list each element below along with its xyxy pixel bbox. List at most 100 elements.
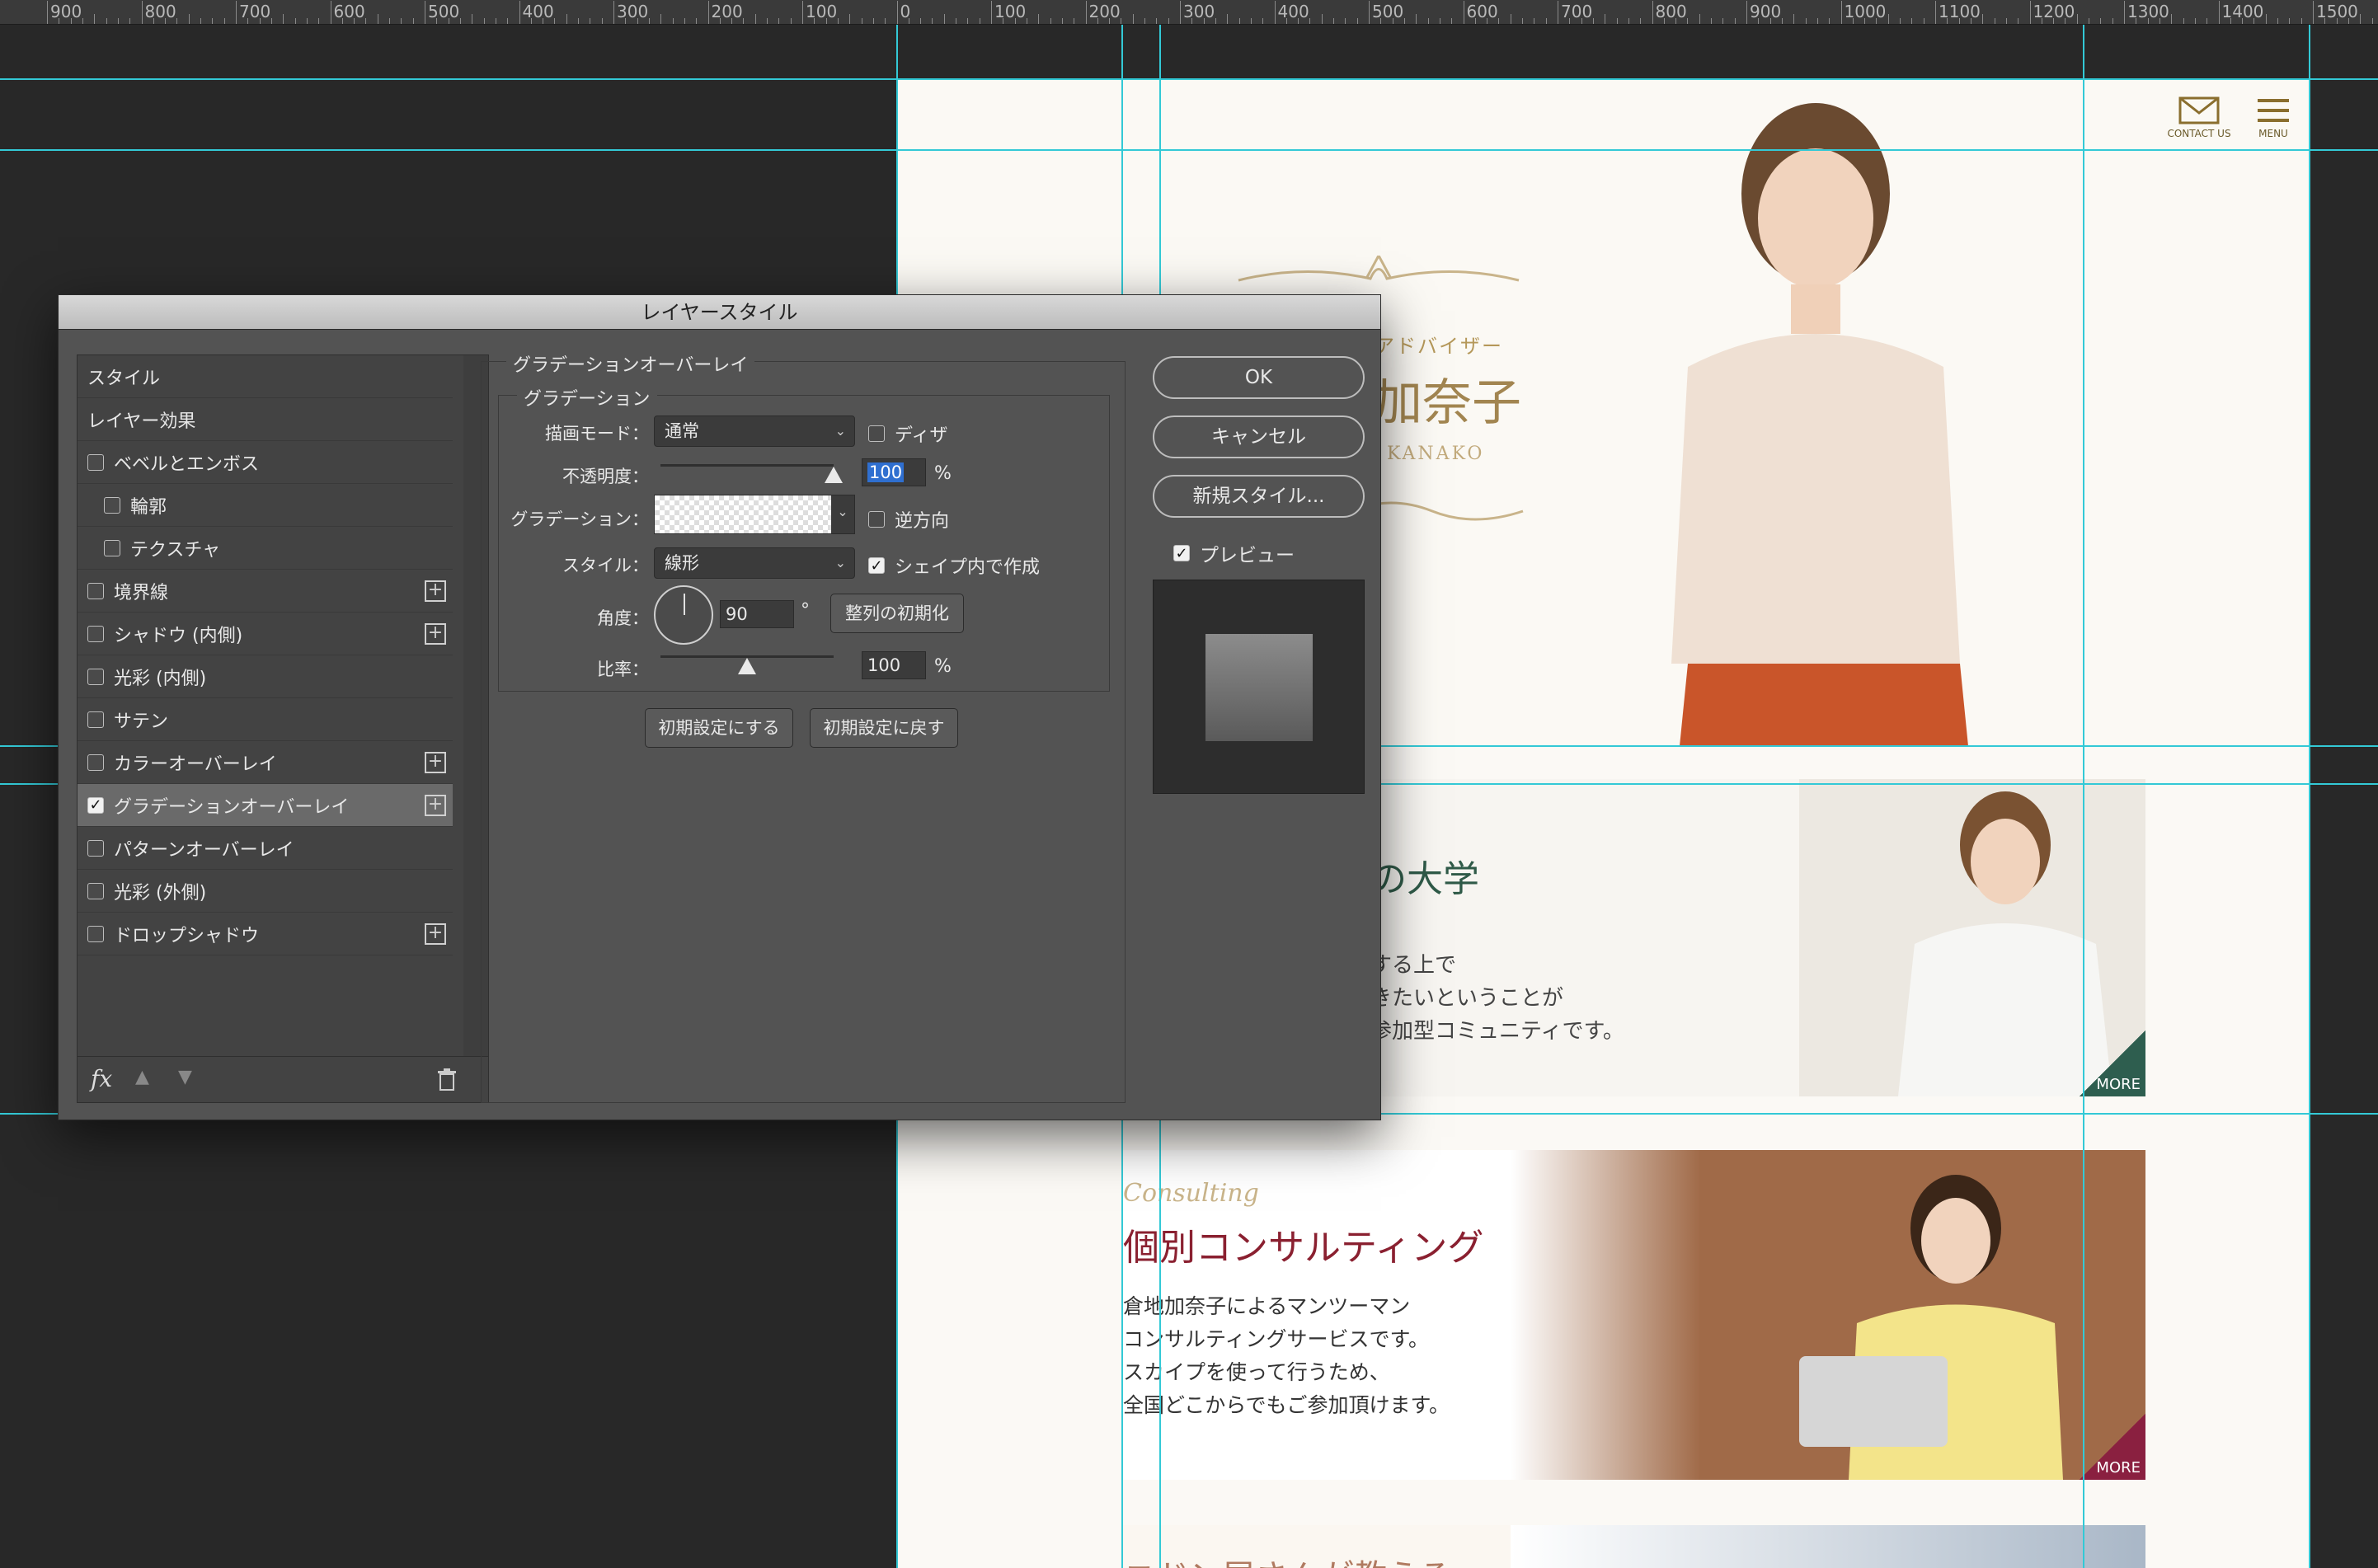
ruler-label: 800: [1655, 2, 1687, 21]
gradient-overlay-group: グラデーションオーバーレイ グラデーション 描画モード： 通常 ⌄ ディザ 不透…: [481, 350, 1126, 1103]
angle-input[interactable]: 90: [720, 600, 794, 628]
angle-label: 角度：: [597, 608, 649, 628]
checkbox-checked-icon: ✓: [1173, 545, 1190, 562]
style-item[interactable]: ✓ グラデーションオーバーレイ +: [78, 784, 453, 827]
trash-icon[interactable]: [437, 1068, 457, 1091]
add-effect-icon[interactable]: +: [425, 795, 446, 816]
scale-slider-knob[interactable]: [738, 658, 756, 674]
ok-label: OK: [1244, 367, 1273, 388]
checkbox-icon[interactable]: [87, 753, 104, 771]
card-consulting[interactable]: Consulting 個別コンサルティング 倉地加奈子によるマンツーマン コンサ…: [1123, 1150, 2145, 1480]
opacity-slider-knob[interactable]: [825, 467, 843, 483]
ruler-minor-tick: [1545, 18, 1547, 24]
style-list-header-styles[interactable]: スタイル: [78, 355, 453, 398]
ruler-label: 700: [1561, 2, 1593, 21]
dither-checkbox[interactable]: ディザ: [868, 420, 947, 447]
ruler-label: 1400: [2221, 2, 2264, 21]
ruler-minor-tick: [188, 14, 190, 24]
ruler-minor-tick: [283, 14, 284, 24]
add-effect-icon[interactable]: +: [425, 923, 446, 945]
style-item[interactable]: 輪郭: [78, 484, 453, 527]
ruler-major-tick: [802, 1, 803, 24]
reset-alignment-button[interactable]: 整列の初期化: [830, 594, 964, 633]
opacity-slider-track[interactable]: [660, 464, 834, 467]
style-item[interactable]: カラーオーバーレイ +: [78, 741, 453, 784]
contact-us-button[interactable]: CONTACT US: [2158, 96, 2240, 139]
ruler-minor-tick: [578, 18, 580, 24]
add-effect-icon[interactable]: +: [425, 580, 446, 602]
checkbox-icon[interactable]: [87, 625, 104, 642]
ruler-major-tick: [519, 1, 520, 24]
ruler-major-tick: [1085, 1, 1087, 24]
ruler-minor-tick: [1699, 14, 1700, 24]
style-item[interactable]: 光彩 (内側): [78, 655, 453, 698]
move-up-icon[interactable]: ▲: [135, 1067, 149, 1087]
style-item[interactable]: 光彩 (外側): [78, 870, 453, 913]
angle-dial[interactable]: [654, 585, 713, 645]
gradient-dropdown-button[interactable]: ⌄: [831, 495, 854, 533]
style-item[interactable]: ドロップシャドウ +: [78, 913, 453, 955]
ruler-major-tick: [141, 1, 143, 24]
menu-button[interactable]: MENU: [2249, 96, 2298, 139]
style-list-header-effects[interactable]: レイヤー効果: [78, 398, 453, 441]
cancel-button[interactable]: キャンセル: [1153, 415, 1365, 458]
ruler-label: 800: [144, 2, 176, 21]
checkbox-icon[interactable]: [87, 453, 104, 471]
checkbox-icon[interactable]: [87, 582, 104, 599]
ornament-top-icon: [1238, 256, 1520, 282]
opacity-value: 100: [867, 462, 905, 482]
checkbox-checked-icon[interactable]: ✓: [87, 796, 104, 814]
checkbox-icon[interactable]: [87, 839, 104, 857]
style-item[interactable]: パターンオーバーレイ: [78, 827, 453, 870]
style-item[interactable]: シャドウ (内側) +: [78, 613, 453, 655]
style-item-label: 輪郭: [130, 496, 167, 518]
card3-script: Consulting: [1123, 1179, 1259, 1208]
make-default-button[interactable]: 初期設定にする: [645, 708, 793, 748]
style-item-label: パターンオーバーレイ: [114, 839, 294, 861]
ruler-label: 1000: [1844, 2, 1887, 21]
align-with-layer-checkbox[interactable]: ✓ シェイプ内で作成: [868, 552, 1040, 579]
ruler-minor-tick: [1498, 18, 1500, 24]
group-title: グラデーションオーバーレイ: [506, 350, 755, 377]
checkbox-icon[interactable]: [104, 496, 120, 514]
checkbox-icon[interactable]: [87, 882, 104, 899]
ruler-minor-tick: [696, 18, 698, 24]
checkbox-icon[interactable]: [87, 711, 104, 728]
ruler-minor-tick: [1250, 18, 1252, 24]
reset-alignment-label: 整列の初期化: [845, 603, 949, 623]
checkbox-icon[interactable]: [87, 925, 104, 942]
move-down-icon[interactable]: ▼: [178, 1067, 192, 1087]
style-item[interactable]: 境界線 +: [78, 570, 453, 613]
ruler-label: 1500: [2316, 2, 2358, 21]
card3-more-badge[interactable]: MORE: [2080, 1414, 2145, 1480]
ruler-label: 0: [900, 2, 911, 21]
gradient-swatch: [655, 495, 831, 533]
blend-mode-select[interactable]: 通常 ⌄: [654, 415, 855, 447]
ruler-minor-tick: [554, 18, 556, 24]
card2-more-badge[interactable]: MORE: [2080, 1030, 2145, 1096]
checkbox-icon[interactable]: [87, 668, 104, 685]
add-effect-icon[interactable]: +: [425, 623, 446, 645]
style-item[interactable]: テクスチャ: [78, 527, 453, 570]
ruler-minor-tick: [459, 18, 461, 24]
add-effect-icon[interactable]: +: [425, 752, 446, 773]
dialog-title[interactable]: レイヤースタイル: [59, 295, 1380, 330]
new-style-button[interactable]: 新規スタイル...: [1153, 475, 1365, 518]
ok-button[interactable]: OK: [1153, 356, 1365, 399]
reset-default-button[interactable]: 初期設定に戻す: [810, 708, 958, 748]
ruler-label: 400: [1277, 2, 1309, 21]
style-item[interactable]: ベベルとエンボス: [78, 441, 453, 484]
ruler-major-tick: [2124, 1, 2125, 24]
ruler-minor-tick: [1356, 18, 1358, 24]
opacity-input[interactable]: 100: [862, 458, 926, 486]
preview-checkbox[interactable]: ✓ プレビュー: [1173, 539, 1295, 567]
fx-icon[interactable]: fx: [91, 1065, 112, 1092]
card-partial[interactable]: ニドン屋さんが教える: [1123, 1525, 2145, 1568]
style-item[interactable]: サテン: [78, 698, 453, 741]
style-select[interactable]: 線形 ⌄: [654, 547, 855, 579]
ruler-minor-tick: [1227, 14, 1229, 24]
gradient-picker[interactable]: ⌄: [654, 495, 855, 534]
reverse-checkbox[interactable]: 逆方向: [868, 506, 949, 533]
checkbox-icon[interactable]: [104, 539, 120, 556]
scale-input[interactable]: 100: [862, 651, 926, 679]
